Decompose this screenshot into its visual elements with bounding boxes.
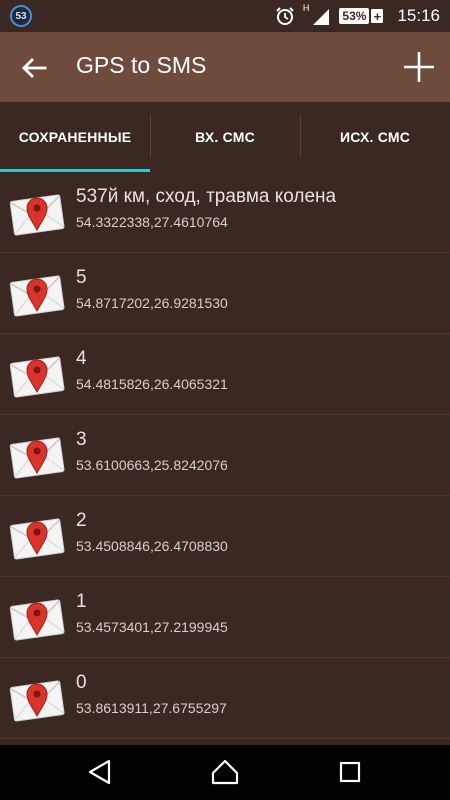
item-title: 4 [76, 348, 87, 369]
charging-icon: + [371, 9, 384, 24]
tab-incoming-sms[interactable]: ВХ. СМС [150, 102, 300, 172]
tab-outgoing-sms[interactable]: ИСХ. СМС [300, 102, 450, 172]
envelope-pin-icon [8, 184, 66, 238]
list-item[interactable]: 1 53.4573401,27.2199945 [0, 577, 450, 658]
item-title: 2 [76, 510, 87, 531]
alarm-icon [275, 6, 295, 26]
item-coordinates: 53.6100663,25.8242076 [76, 457, 228, 473]
list-item[interactable]: 0 53.8613911,27.6755297 [0, 658, 450, 739]
home-icon[interactable] [210, 757, 240, 787]
tab-saved[interactable]: СОХРАНЕННЫЕ [0, 102, 150, 172]
envelope-pin-icon [8, 427, 66, 481]
envelope-pin-icon [8, 346, 66, 400]
item-title: 3 [76, 429, 87, 450]
list-item[interactable]: 3 53.6100663,25.8242076 [0, 415, 450, 496]
status-bar: 53 H 53% + 15:16 [0, 0, 450, 32]
recents-square-icon[interactable] [335, 757, 365, 787]
envelope-pin-icon [8, 670, 66, 724]
tab-bar: СОХРАНЕННЫЕ ВХ. СМС ИСХ. СМС [0, 102, 450, 172]
app-bar: GPS to SMS [0, 32, 450, 102]
item-coordinates: 54.8717202,26.9281530 [76, 295, 228, 311]
item-title: 1 [76, 591, 87, 612]
notification-badge: 53 [10, 5, 32, 27]
item-title: 0 [76, 672, 87, 693]
item-coordinates: 54.3322338,27.4610764 [76, 214, 228, 230]
battery-indicator: 53% [339, 8, 370, 24]
list-item[interactable]: 5 54.8717202,26.9281530 [0, 253, 450, 334]
envelope-pin-icon [8, 265, 66, 319]
item-coordinates: 54.4815826,26.4065321 [76, 376, 228, 392]
clock: 15:16 [397, 6, 440, 25]
back-triangle-icon[interactable] [85, 757, 115, 787]
status-indicators: H 53% + 15:16 [275, 0, 440, 32]
add-icon[interactable] [402, 50, 436, 84]
network-type: H [302, 3, 310, 13]
list-item[interactable]: 4 54.4815826,26.4065321 [0, 334, 450, 415]
battery-level: 53% [342, 9, 367, 23]
envelope-pin-icon [8, 508, 66, 562]
item-coordinates: 53.4573401,27.2199945 [76, 619, 228, 635]
saved-locations-list: 537й км, сход, травма колена 54.3322338,… [0, 172, 450, 745]
list-item[interactable]: 2 53.4508846,26.4708830 [0, 496, 450, 577]
item-title: 537й км, сход, травма колена [76, 186, 337, 207]
item-coordinates: 53.8613911,27.6755297 [76, 700, 227, 716]
signal-icon [311, 6, 331, 26]
back-arrow-icon[interactable] [18, 52, 50, 84]
item-title: 5 [76, 267, 87, 288]
navigation-bar [0, 745, 450, 800]
app-title: GPS to SMS [76, 52, 207, 78]
envelope-pin-icon [8, 589, 66, 643]
notification-count: 53 [15, 10, 27, 22]
list-item[interactable]: 537й км, сход, травма колена 54.3322338,… [0, 172, 450, 253]
item-coordinates: 53.4508846,26.4708830 [76, 538, 228, 554]
